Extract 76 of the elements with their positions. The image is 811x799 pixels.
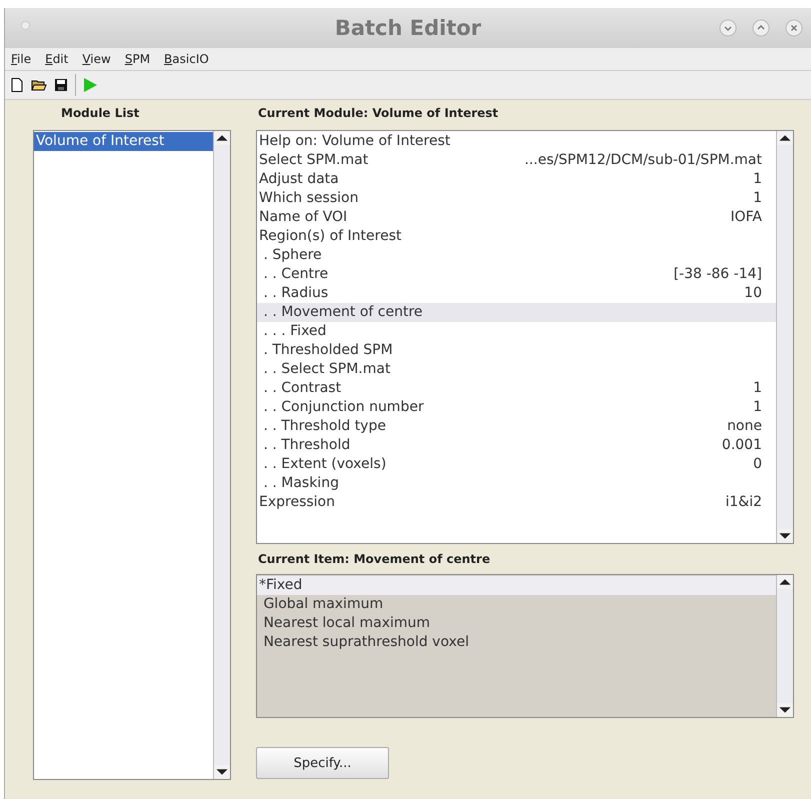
menu-item[interactable]: File bbox=[11, 52, 32, 66]
setting-value: i1&i2 bbox=[725, 493, 762, 512]
new-document-icon[interactable] bbox=[9, 77, 25, 93]
setting-row[interactable]: . . Contrast 1 bbox=[257, 379, 776, 398]
menu-item[interactable]: Edit bbox=[45, 52, 68, 66]
setting-value: [-38 -86 -14] bbox=[674, 265, 762, 284]
setting-label: . . Masking bbox=[262, 474, 339, 493]
scrollbar[interactable] bbox=[776, 131, 793, 543]
setting-row[interactable]: . . Select SPM.mat bbox=[257, 360, 776, 379]
setting-row[interactable]: Help on: Volume of Interest bbox=[257, 132, 776, 151]
setting-row[interactable]: . . Radius 10 bbox=[257, 284, 776, 303]
setting-label: Help on: Volume of Interest bbox=[259, 132, 450, 151]
option-item[interactable]: Global maximum bbox=[257, 595, 776, 614]
setting-value: 10 bbox=[744, 284, 762, 303]
setting-row[interactable]: . Sphere bbox=[257, 246, 776, 265]
setting-row[interactable]: Name of VOI IOFA bbox=[257, 208, 776, 227]
save-icon[interactable] bbox=[53, 77, 69, 93]
menu-item[interactable]: SPM bbox=[124, 52, 150, 66]
setting-row[interactable]: Select SPM.mat ...es/SPM12/DCM/sub-01/SPM.mat bbox=[257, 151, 776, 170]
setting-row[interactable]: . . . Fixed bbox=[257, 322, 776, 341]
setting-label: . . Contrast bbox=[262, 379, 342, 398]
setting-label: . . Radius bbox=[262, 284, 328, 303]
setting-label: . Thresholded SPM bbox=[262, 341, 393, 360]
specify-button[interactable]: Specify... bbox=[256, 747, 389, 779]
setting-row[interactable]: Adjust data 1 bbox=[257, 170, 776, 189]
setting-row[interactable]: Which session 1 bbox=[257, 189, 776, 208]
setting-value: 1 bbox=[753, 398, 762, 417]
window-menu-dot-icon[interactable] bbox=[21, 21, 30, 30]
setting-label: . Sphere bbox=[262, 246, 322, 265]
setting-row[interactable]: . . Threshold type none bbox=[257, 417, 776, 436]
current-module-heading: Current Module: Volume of Interest bbox=[257, 105, 500, 122]
setting-row[interactable]: . . Conjunction number 1 bbox=[257, 398, 776, 417]
current-item-heading: Current Item: Movement of centre bbox=[257, 551, 492, 568]
module-list-heading: Module List bbox=[60, 105, 140, 122]
setting-label: Region(s) of Interest bbox=[259, 227, 402, 246]
setting-value: 1 bbox=[753, 170, 762, 189]
setting-row[interactable]: . . Extent (voxels) 0 bbox=[257, 455, 776, 474]
setting-row[interactable]: . . Centre [-38 -86 -14] bbox=[257, 265, 776, 284]
setting-label: Expression bbox=[259, 493, 335, 512]
setting-row[interactable]: . . Threshold 0.001 bbox=[257, 436, 776, 455]
setting-row[interactable]: . . Masking bbox=[257, 474, 776, 493]
maximize-icon[interactable] bbox=[752, 19, 770, 37]
setting-value: IOFA bbox=[730, 208, 762, 227]
setting-value: none bbox=[727, 417, 762, 436]
minimize-icon[interactable] bbox=[719, 19, 737, 37]
setting-label: . . Select SPM.mat bbox=[262, 360, 390, 379]
setting-label: . . Threshold type bbox=[262, 417, 386, 436]
scrollbar[interactable] bbox=[213, 131, 230, 779]
setting-value: 1 bbox=[753, 189, 762, 208]
scrollbar[interactable] bbox=[776, 575, 793, 717]
option-item[interactable]: *Fixed bbox=[257, 576, 776, 595]
menu-item[interactable]: View bbox=[82, 52, 111, 66]
setting-label: . . Centre bbox=[262, 265, 328, 284]
setting-label: . . . Fixed bbox=[262, 322, 326, 341]
setting-label: Name of VOI bbox=[259, 208, 348, 227]
option-item[interactable]: Nearest local maximum bbox=[257, 614, 776, 633]
setting-value: 0.001 bbox=[722, 436, 762, 455]
setting-row[interactable]: . Thresholded SPM bbox=[257, 341, 776, 360]
setting-row[interactable]: . . Movement of centre bbox=[257, 303, 776, 322]
setting-label: Select SPM.mat bbox=[259, 151, 368, 170]
menu-item[interactable]: BasicIO bbox=[164, 52, 209, 66]
setting-label: . . Conjunction number bbox=[262, 398, 424, 417]
setting-value: 0 bbox=[753, 455, 762, 474]
option-item[interactable]: Nearest suprathreshold voxel bbox=[257, 633, 776, 652]
setting-value: ...es/SPM12/DCM/sub-01/SPM.mat bbox=[524, 151, 762, 170]
module-list-item[interactable]: Volume of Interest bbox=[34, 132, 213, 151]
setting-label: . . Movement of centre bbox=[262, 303, 423, 322]
setting-value: 1 bbox=[753, 379, 762, 398]
setting-label: . . Extent (voxels) bbox=[262, 455, 386, 474]
setting-label: Adjust data bbox=[259, 170, 339, 189]
setting-row[interactable]: Expression i1&i2 bbox=[257, 493, 776, 512]
setting-row[interactable]: Region(s) of Interest bbox=[257, 227, 776, 246]
setting-label: Which session bbox=[259, 189, 358, 208]
window-title: Batch Editor bbox=[334, 16, 482, 40]
close-icon[interactable] bbox=[785, 19, 803, 37]
setting-label: . . Threshold bbox=[262, 436, 350, 455]
